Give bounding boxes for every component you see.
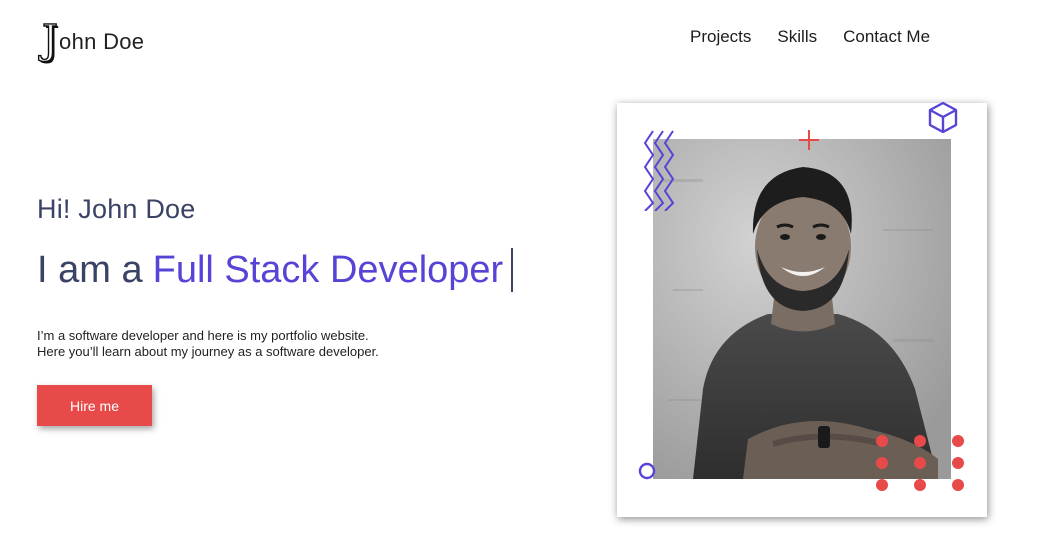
- dot-grid-decoration-icon: [876, 435, 964, 491]
- main-nav: Projects Skills Contact Me: [690, 26, 956, 48]
- circle-outline-icon: [638, 462, 656, 480]
- headline-prefix: I am a: [37, 248, 143, 291]
- hero-greeting: Hi! John Doe: [37, 194, 196, 224]
- profile-photo: [653, 139, 951, 479]
- hero-headline: I am a Full Stack Developer: [37, 248, 514, 292]
- nav-link-skills[interactable]: Skills: [777, 26, 817, 48]
- plus-decoration-icon: [799, 130, 819, 150]
- hero-description: I’m a software developer and here is my …: [37, 328, 379, 360]
- description-line-2: Here you’ll learn about my journey as a …: [37, 344, 379, 359]
- logo-text: ohn Doe: [59, 29, 145, 54]
- hire-me-button[interactable]: Hire me: [37, 385, 152, 426]
- portrait-illustration: [653, 139, 951, 479]
- description-line-1: I’m a software developer and here is my …: [37, 328, 369, 343]
- nav-link-contact[interactable]: Contact Me: [843, 26, 930, 48]
- cube-outline-icon: [928, 101, 958, 134]
- typing-caret: [511, 248, 514, 292]
- headline-role: Full Stack Developer: [152, 248, 504, 291]
- zigzag-decoration-icon: [643, 130, 675, 211]
- profile-card: [617, 101, 987, 517]
- nav-link-projects[interactable]: Projects: [690, 26, 751, 48]
- site-logo[interactable]: J ohn Doe: [41, 16, 145, 63]
- logo-initial: J: [41, 17, 59, 63]
